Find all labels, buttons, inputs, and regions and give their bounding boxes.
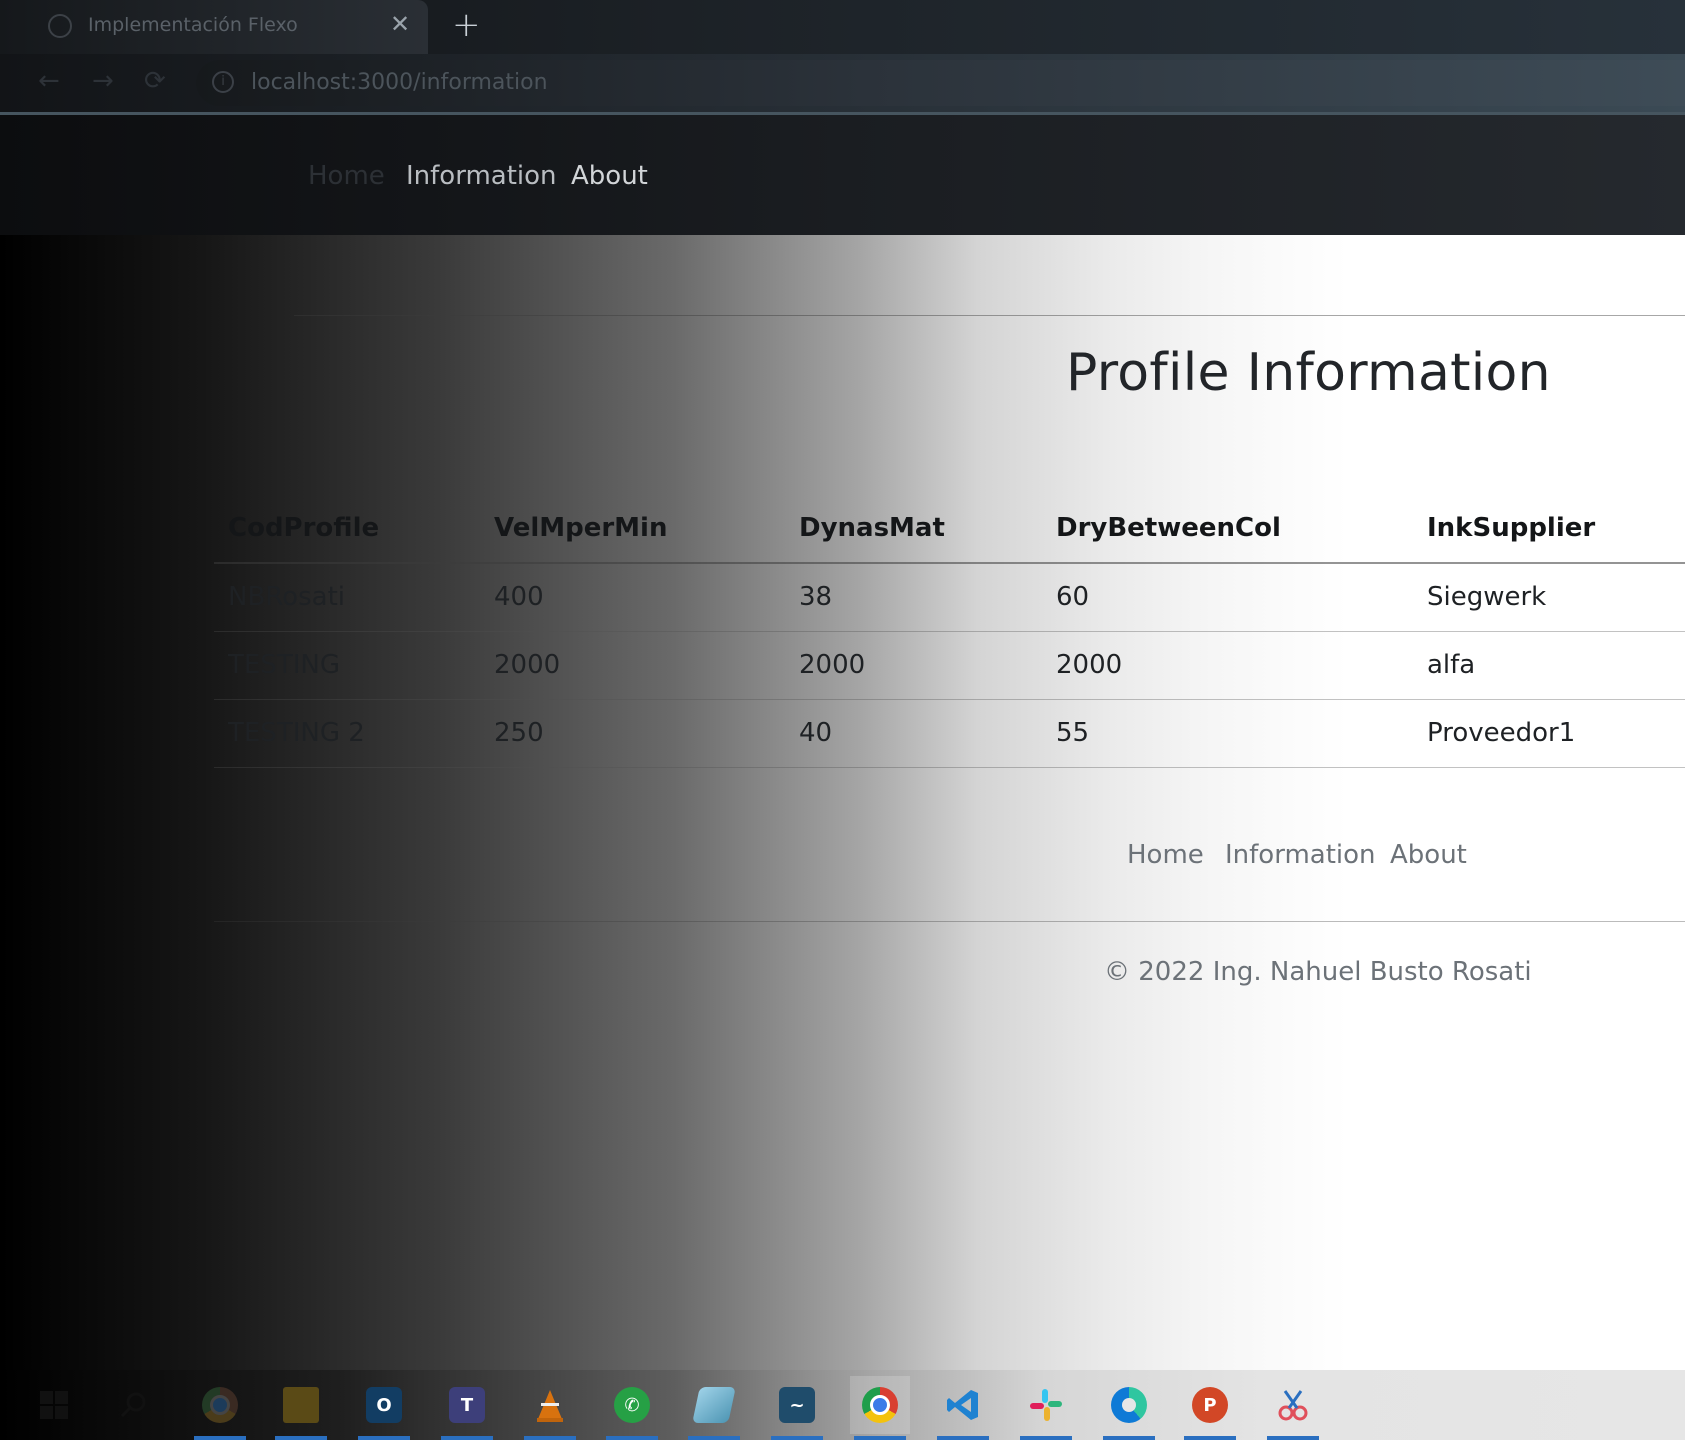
page-content: Profile Information CodProfile VelMperMi…	[0, 235, 1685, 1370]
windows-start-icon[interactable]	[24, 1376, 84, 1434]
footer-link-home[interactable]: Home	[1127, 840, 1204, 870]
cell-drybetweencol: 60	[1042, 563, 1413, 632]
column-header-inksupplier: InkSupplier	[1413, 493, 1685, 564]
outlook-icon[interactable]: O	[354, 1376, 414, 1440]
app-navbar: Home Information About	[0, 115, 1685, 235]
footer-link-about[interactable]: About	[1390, 840, 1467, 870]
back-arrow-icon[interactable]: ←	[38, 66, 60, 96]
cell-drybetweencol: 55	[1042, 699, 1413, 768]
column-header-dynasmat: DynasMat	[785, 493, 1042, 564]
file-explorer-icon[interactable]	[271, 1376, 331, 1440]
url-text[interactable]: localhost:3000/information	[251, 70, 548, 95]
cell-dynasmat: 38	[785, 563, 1042, 632]
cell-inksupplier: Proveedor1	[1413, 699, 1685, 768]
mysql-workbench-icon[interactable]: ~	[767, 1376, 827, 1440]
cell-inksupplier: alfa	[1413, 631, 1685, 700]
table-header-row: CodProfile VelMperMin DynasMat DryBetwee…	[214, 493, 1685, 564]
nav-link-information[interactable]: Information	[406, 161, 557, 191]
table-row: TESTING 2000 2000 2000 alfa	[214, 631, 1685, 700]
chrome-icon[interactable]	[190, 1376, 250, 1440]
cell-velmpermin: 250	[480, 699, 785, 768]
slack-icon[interactable]	[1016, 1376, 1076, 1440]
footer-link-information[interactable]: Information	[1225, 840, 1376, 870]
vscode-icon[interactable]	[933, 1376, 993, 1440]
notepad-icon[interactable]	[684, 1376, 744, 1440]
cell-dynasmat: 2000	[785, 631, 1042, 700]
reload-icon[interactable]: ⟳	[144, 66, 166, 96]
nav-link-home[interactable]: Home	[308, 161, 385, 191]
cell-velmpermin: 400	[480, 563, 785, 632]
browser-tab-strip: Implementación Flexo ✕ +	[0, 0, 1685, 54]
cell-drybetweencol: 2000	[1042, 631, 1413, 700]
close-tab-icon[interactable]: ✕	[390, 10, 410, 38]
cell-velmpermin: 2000	[480, 631, 785, 700]
globe-icon	[48, 14, 72, 38]
table-row: TESTING 2 250 40 55 Proveedor1	[214, 699, 1685, 768]
browser-toolbar: ← → ⟳ i localhost:3000/information	[0, 54, 1685, 115]
chrome-profile-icon[interactable]	[850, 1376, 910, 1440]
profile-table: CodProfile VelMperMin DynasMat DryBetwee…	[214, 493, 1685, 768]
forward-arrow-icon[interactable]: →	[92, 66, 114, 96]
edge-icon[interactable]	[1099, 1376, 1159, 1440]
browser-tab[interactable]: Implementación Flexo ✕	[0, 0, 428, 54]
search-icon[interactable]	[104, 1376, 164, 1434]
footer-divider	[214, 921, 1685, 922]
tab-title: Implementación Flexo	[88, 14, 298, 36]
table-row: NBRosati 400 38 60 Siegwerk	[214, 563, 1685, 632]
copyright-text: © 2022 Ing. Nahuel Busto Rosati	[1104, 957, 1532, 987]
divider	[294, 315, 1685, 316]
column-header-velmpermin: VelMperMin	[480, 493, 785, 564]
new-tab-icon[interactable]: +	[452, 6, 481, 44]
page-title: Profile Information	[1066, 343, 1551, 403]
whatsapp-icon[interactable]: ✆	[602, 1376, 662, 1440]
site-info-icon[interactable]: i	[212, 71, 234, 93]
teams-icon[interactable]: T	[437, 1376, 497, 1440]
cell-codprofile: TESTING	[214, 631, 480, 700]
powerpoint-icon[interactable]: P	[1180, 1376, 1240, 1440]
cell-inksupplier: Siegwerk	[1413, 563, 1685, 632]
address-bar[interactable]: i localhost:3000/information	[196, 60, 1685, 106]
column-header-codprofile: CodProfile	[214, 493, 480, 564]
cell-codprofile: TESTING 2	[214, 699, 480, 768]
column-header-drybetweencol: DryBetweenCol	[1042, 493, 1413, 564]
vlc-icon[interactable]	[520, 1376, 580, 1440]
nav-link-about[interactable]: About	[571, 161, 648, 191]
cell-dynasmat: 40	[785, 699, 1042, 768]
snipping-tool-icon[interactable]	[1263, 1376, 1323, 1440]
cell-codprofile: NBRosati	[214, 563, 480, 632]
windows-taskbar: O T ✆ ~ P	[0, 1370, 1685, 1440]
